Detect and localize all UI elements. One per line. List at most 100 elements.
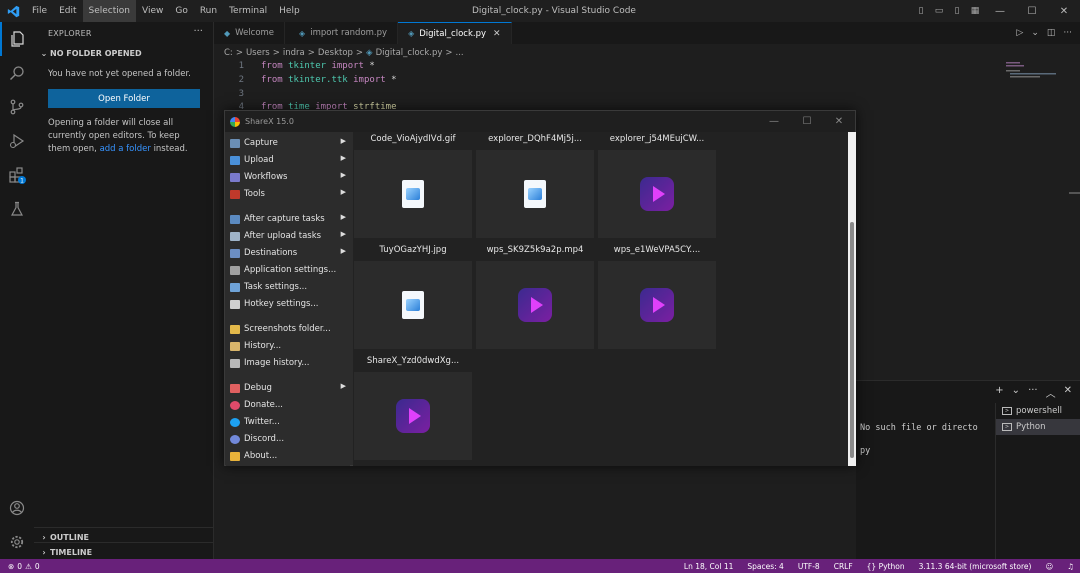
new-terminal-icon[interactable]: +	[995, 385, 1003, 400]
sharex-menu-app-settings[interactable]: Application settings...	[230, 262, 348, 278]
breadcrumb-item[interactable]: Digital_clock.py	[376, 48, 443, 58]
add-folder-link[interactable]: add a folder	[100, 144, 151, 154]
sharex-menu-after-capture[interactable]: After capture tasks ▶	[230, 211, 348, 227]
thumbnail-preview[interactable]	[598, 261, 716, 349]
menu-terminal[interactable]: Terminal	[223, 0, 273, 22]
feedback-icon[interactable]: ☺	[1045, 562, 1053, 571]
problems-indicator[interactable]: ⊗ 0 ⚠ 0	[0, 562, 40, 571]
thumbnail-preview[interactable]	[354, 372, 472, 460]
breadcrumb-item[interactable]: ...	[456, 48, 464, 58]
sharex-maximize-button[interactable]: ☐	[791, 111, 823, 132]
account-icon[interactable]	[0, 491, 34, 525]
python-interpreter[interactable]: 3.11.3 64-bit (microsoft store)	[919, 562, 1032, 571]
sharex-menu-capture[interactable]: Capture ▶	[230, 135, 348, 151]
code-line-1[interactable]: from tkinter import *	[261, 61, 375, 71]
code-line-2[interactable]: from tkinter.ttk import *	[261, 75, 397, 85]
thumbnail-preview[interactable]	[598, 150, 716, 238]
thumbnail-preview[interactable]	[476, 150, 594, 238]
sharex-menu-task-settings[interactable]: Task settings...	[230, 279, 348, 295]
no-folder-section[interactable]: ⌄ NO FOLDER OPENED	[34, 44, 213, 62]
thumbnail-item[interactable]: wps_SK9Z5k9a2p.mp4	[476, 245, 594, 349]
search-icon[interactable]	[0, 56, 34, 90]
sidebar-more-icon[interactable]: ···	[193, 26, 203, 37]
sharex-menu-history[interactable]: History...	[230, 338, 348, 354]
minimap[interactable]	[1006, 62, 1066, 82]
thumbnail-item[interactable]: Code_VioAjydIVd.gif	[354, 134, 472, 238]
sharex-menu-after-upload[interactable]: After upload tasks ▶	[230, 228, 348, 244]
terminal-item-python[interactable]: > Python	[996, 419, 1080, 435]
tab-import-random[interactable]: ◈ import random.py	[285, 22, 399, 44]
maximize-panel-icon[interactable]: ︿	[1046, 385, 1056, 400]
sharex-menu-workflows[interactable]: Workflows ▶	[230, 169, 348, 185]
close-panel-icon[interactable]: ✕	[1064, 385, 1072, 400]
sharex-menu-discord[interactable]: Discord...	[230, 431, 348, 447]
toolbox-icon	[230, 189, 240, 199]
chevron-down-icon[interactable]: ⌄	[1012, 385, 1020, 400]
cursor-position[interactable]: Ln 18, Col 11	[684, 562, 733, 571]
sharex-close-button[interactable]: ✕	[823, 111, 855, 132]
sharex-menu-image-history[interactable]: Image history...	[230, 355, 348, 371]
sharex-menu-donate[interactable]: Donate...	[230, 397, 348, 413]
vscode-icon: ◆	[224, 28, 231, 38]
close-button[interactable]: ✕	[1048, 0, 1080, 22]
scrollbar-thumb[interactable]	[850, 222, 854, 458]
sharex-menu-debug[interactable]: Debug ▶	[230, 380, 348, 396]
menu-view[interactable]: View	[136, 0, 169, 22]
encoding[interactable]: UTF-8	[798, 562, 820, 571]
thumbnail-item[interactable]: ShareX_Yzd0dwdXg...	[354, 356, 472, 460]
thumbnail-item[interactable]: wps_e1WeVPA5CY....	[598, 245, 716, 349]
thumbnail-preview[interactable]	[354, 261, 472, 349]
sharex-menu-twitter[interactable]: Twitter...	[230, 414, 348, 430]
thumbnail-item[interactable]: explorer_j54MEujCW...	[598, 134, 716, 238]
extensions-icon[interactable]: 1	[0, 158, 34, 192]
sharex-menu-about[interactable]: About...	[230, 448, 348, 464]
testing-icon[interactable]	[0, 192, 34, 226]
toggle-panel-icon[interactable]: ▭	[930, 0, 948, 22]
tab-welcome[interactable]: ◆ Welcome	[214, 22, 286, 44]
menu-selection[interactable]: Selection	[82, 0, 136, 22]
language-mode[interactable]: {} Python	[867, 562, 905, 571]
thumbnail-preview[interactable]	[476, 261, 594, 349]
notifications-bell-icon[interactable]: ♫	[1067, 562, 1074, 571]
minimize-button[interactable]: —	[984, 0, 1016, 22]
sharex-menu-hotkey-settings[interactable]: Hotkey settings...	[230, 296, 348, 312]
breadcrumb-item[interactable]: indra	[283, 48, 305, 58]
menu-file[interactable]: File	[26, 0, 53, 22]
close-tab-icon[interactable]: ✕	[493, 29, 501, 39]
breadcrumb-item[interactable]: Desktop	[318, 48, 353, 58]
explorer-icon[interactable]	[0, 22, 34, 56]
settings-gear-icon[interactable]	[0, 525, 34, 559]
toggle-secondary-sidebar-icon[interactable]: ▯	[948, 0, 966, 22]
menu-run[interactable]: Run	[194, 0, 223, 22]
sharex-menu-upload[interactable]: Upload ▶	[230, 152, 348, 168]
run-debug-icon[interactable]	[0, 124, 34, 158]
split-editor-icon[interactable]: ◫	[1047, 28, 1056, 38]
more-actions-icon[interactable]: ···	[1063, 28, 1072, 38]
tab-digital-clock[interactable]: ◈ Digital_clock.py ✕	[398, 22, 512, 44]
thumbnail-preview[interactable]	[354, 150, 472, 238]
maximize-button[interactable]: ☐	[1016, 0, 1048, 22]
editor-scrollbar[interactable]	[1069, 192, 1080, 194]
indentation[interactable]: Spaces: 4	[747, 562, 783, 571]
run-file-icon[interactable]: ▷	[1016, 28, 1023, 38]
sharex-scrollbar[interactable]	[848, 132, 856, 466]
menu-go[interactable]: Go	[169, 0, 193, 22]
customize-layout-icon[interactable]: ▦	[966, 0, 984, 22]
chevron-down-icon[interactable]: ⌄	[1031, 28, 1039, 38]
source-control-icon[interactable]	[0, 90, 34, 124]
toggle-sidebar-icon[interactable]: ▯	[912, 0, 930, 22]
thumbnail-item[interactable]: explorer_DQhF4Mj5j...	[476, 134, 594, 238]
line-ending[interactable]: CRLF	[834, 562, 853, 571]
terminal-item-powershell[interactable]: > powershell	[996, 403, 1080, 419]
sharex-menu-destinations[interactable]: Destinations ▶	[230, 245, 348, 261]
menu-edit[interactable]: Edit	[53, 0, 82, 22]
sharex-minimize-button[interactable]: —	[758, 111, 790, 132]
terminal-more-icon[interactable]: ···	[1028, 385, 1038, 400]
open-folder-button[interactable]: Open Folder	[48, 89, 200, 108]
sharex-menu-tools[interactable]: Tools ▶	[230, 186, 348, 202]
breadcrumb-item[interactable]: C:	[224, 48, 233, 58]
thumbnail-item[interactable]: TuyOGazYHJ.jpg	[354, 245, 472, 349]
breadcrumb-item[interactable]: Users	[246, 48, 270, 58]
menu-help[interactable]: Help	[273, 0, 306, 22]
sharex-menu-screenshots-folder[interactable]: Screenshots folder...	[230, 321, 348, 337]
